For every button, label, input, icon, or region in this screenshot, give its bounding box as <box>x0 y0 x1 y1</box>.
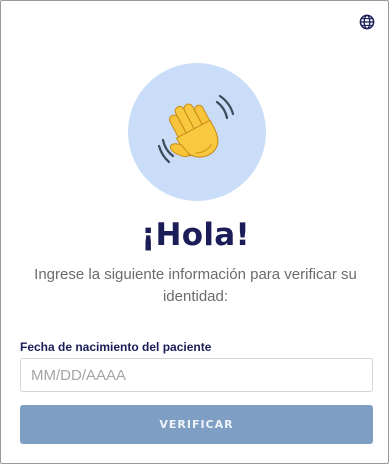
waving-hand-icon <box>157 94 235 164</box>
verify-button[interactable]: VERIFICAR <box>20 405 373 444</box>
verification-card: ¡Hola! Ingrese la siguiente información … <box>0 0 389 464</box>
dob-label: Fecha de nacimiento del paciente <box>20 340 212 354</box>
page-title: ¡Hola! <box>141 217 250 253</box>
dob-input[interactable] <box>20 358 373 392</box>
hero-illustration <box>128 63 266 201</box>
globe-icon <box>359 14 375 30</box>
instructions-text: Ingrese la siguiente información para ve… <box>34 266 357 305</box>
language-selector-button[interactable] <box>358 13 376 31</box>
